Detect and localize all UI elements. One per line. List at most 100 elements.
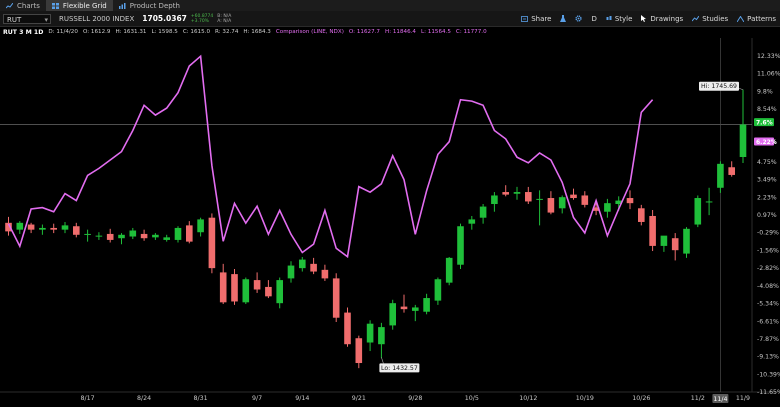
pct-tick-label: 9.8%	[757, 88, 773, 95]
candle	[502, 185, 509, 197]
candle-body	[16, 222, 24, 230]
candle-body	[310, 263, 317, 272]
candle-body	[197, 219, 204, 233]
candle	[660, 235, 668, 252]
candle	[412, 304, 419, 322]
candle	[310, 257, 317, 275]
candle	[355, 335, 363, 369]
pct-tick-label: -1.56%	[757, 248, 779, 255]
candle-body	[468, 219, 476, 224]
candle	[5, 216, 12, 236]
candle	[197, 217, 204, 237]
candle	[717, 161, 724, 193]
candle	[671, 233, 679, 261]
candle-body	[73, 226, 80, 235]
candle	[423, 293, 430, 315]
candle-body	[649, 215, 656, 246]
candle-body	[208, 217, 216, 269]
candle-body	[242, 279, 250, 303]
candle-body	[140, 233, 148, 239]
pct-tick-label: -7.87%	[757, 336, 779, 343]
candle-body	[683, 228, 690, 254]
pct-tick-label: 3.49%	[757, 177, 777, 184]
candle	[95, 232, 103, 240]
candle	[400, 294, 408, 313]
x-tick-label: 10/26	[632, 395, 650, 402]
candle-body	[479, 206, 487, 218]
pct-tick-label: 2.23%	[757, 194, 777, 201]
candle-body	[423, 298, 430, 312]
candle	[174, 226, 182, 243]
candle	[344, 307, 351, 347]
pct-tick-label: 12.33%	[757, 53, 780, 60]
candle	[626, 190, 634, 210]
candle-body	[457, 226, 464, 265]
pct-tick-label: 11.06%	[757, 71, 780, 78]
x-tick-label: 9/21	[352, 395, 366, 402]
pct-tick-label: -2.82%	[757, 265, 779, 272]
candle-body	[276, 280, 283, 304]
candle	[366, 320, 374, 352]
candle-body	[50, 227, 57, 230]
x-tick-label: 11/2	[691, 395, 705, 402]
pct-tick-label: -4.08%	[757, 283, 779, 290]
candle-body	[660, 235, 668, 246]
current-date-badge: 11/4	[712, 394, 729, 403]
pct-tick-label: -5.34%	[757, 301, 779, 308]
candle	[581, 191, 589, 208]
candle	[457, 223, 464, 269]
candle-body	[491, 195, 498, 205]
candle	[604, 198, 611, 218]
candle	[445, 257, 453, 286]
candle-body	[558, 197, 566, 209]
candle	[287, 261, 295, 283]
candle-body	[332, 278, 340, 318]
candle	[525, 186, 532, 205]
low-label: Lo: 1432.57	[379, 357, 420, 373]
candle-body	[502, 192, 509, 195]
candle	[479, 204, 487, 224]
candle	[265, 280, 272, 299]
candle	[638, 204, 645, 226]
candle-body	[513, 192, 521, 194]
high-label: Hi: 1745.69	[699, 81, 744, 91]
current-date-text: 11/4	[713, 396, 727, 403]
candle-body	[728, 167, 735, 175]
pct-tick-label: -10.39%	[757, 371, 780, 378]
candle	[389, 299, 396, 330]
candle-body	[95, 235, 103, 237]
candle-body	[536, 198, 543, 200]
price-chart[interactable]: 12.33% 11.06% 9.8% 8.54% 7.6% 6.22% 4.75% 3.49%…	[0, 0, 780, 407]
candle	[570, 188, 577, 200]
value-badge: 6.22%	[754, 137, 777, 146]
candle-body	[638, 208, 645, 222]
candle-body	[671, 238, 679, 251]
candle	[84, 229, 91, 242]
candle-body	[299, 259, 306, 269]
candle	[16, 221, 24, 234]
candle-body	[717, 163, 724, 188]
candle-body	[287, 265, 295, 279]
candle	[140, 229, 148, 241]
candle-body	[174, 227, 182, 240]
pct-tick-label: -6.61%	[757, 318, 779, 325]
candle-body	[186, 225, 193, 242]
x-tick-label: 9/7	[252, 395, 262, 402]
candle-body	[389, 303, 396, 326]
candle	[219, 263, 227, 305]
candle	[163, 234, 170, 242]
candle-body	[321, 269, 329, 279]
candle	[321, 264, 329, 281]
candle-body	[61, 225, 69, 230]
candle	[694, 195, 702, 228]
x-tick-label: 8/31	[194, 395, 208, 402]
x-tick-label: 9/28	[408, 395, 422, 402]
candle-body	[739, 124, 747, 157]
candle	[434, 277, 442, 305]
candle	[118, 233, 125, 245]
candle	[728, 161, 735, 177]
badge-text: 6.22%	[756, 139, 777, 146]
pct-tick-label: 4.75%	[757, 159, 777, 166]
candle-body	[219, 272, 227, 303]
candle-body	[378, 327, 385, 345]
